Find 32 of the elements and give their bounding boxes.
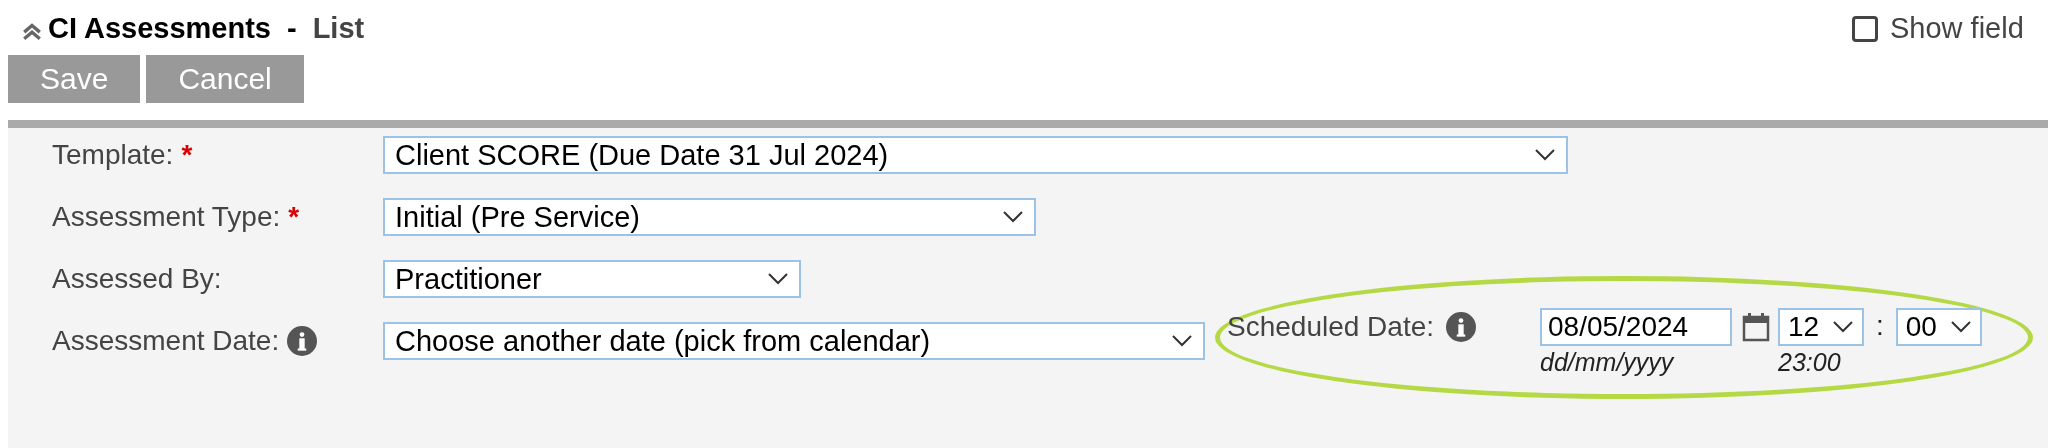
caret-icon [1534, 148, 1556, 162]
collapse-icon[interactable] [22, 21, 42, 41]
caret-icon [1832, 319, 1854, 334]
info-icon[interactable] [1446, 311, 1477, 342]
page-title: CI Assessments [48, 11, 271, 45]
required-mark: * [288, 201, 300, 233]
select-field[interactable]: Client SCORE (Due Date 31 Jul 2024) [383, 136, 1568, 174]
select-field[interactable]: Choose another date (pick from calendar) [383, 322, 1205, 360]
caret-icon [1949, 319, 1972, 334]
time-separator: : [1876, 309, 1884, 342]
time-hint: 23:00 [1778, 347, 1842, 377]
caret-icon [1171, 334, 1193, 348]
format-hint: dd/mm/yyyy [1540, 347, 1676, 377]
calendar-icon[interactable] [1742, 311, 1770, 342]
date-field[interactable]: 08/05/2024 [1540, 307, 1732, 346]
field-label: Scheduled Date: [1227, 310, 1435, 343]
select-field[interactable]: Initial (Pre Service) [383, 198, 1036, 236]
field-label: Assessment Type: [52, 201, 281, 233]
hour-select[interactable]: 12 [1778, 307, 1864, 346]
field-label: Template: [52, 139, 174, 171]
caret-icon [767, 272, 789, 286]
page-subtitle: List [312, 11, 365, 45]
title-separator: - [287, 11, 297, 45]
field-label: Assessed By: [52, 263, 222, 295]
required-mark: * [181, 139, 193, 171]
field-label: Assessment Date: [52, 325, 280, 357]
checkbox[interactable] [1852, 15, 1878, 42]
checkbox-label: Show field [1890, 12, 2024, 45]
caret-icon [1002, 210, 1024, 224]
select-field[interactable]: Practitioner [383, 260, 801, 298]
minute-select[interactable]: 00 [1895, 307, 1982, 346]
info-icon[interactable] [287, 326, 318, 356]
